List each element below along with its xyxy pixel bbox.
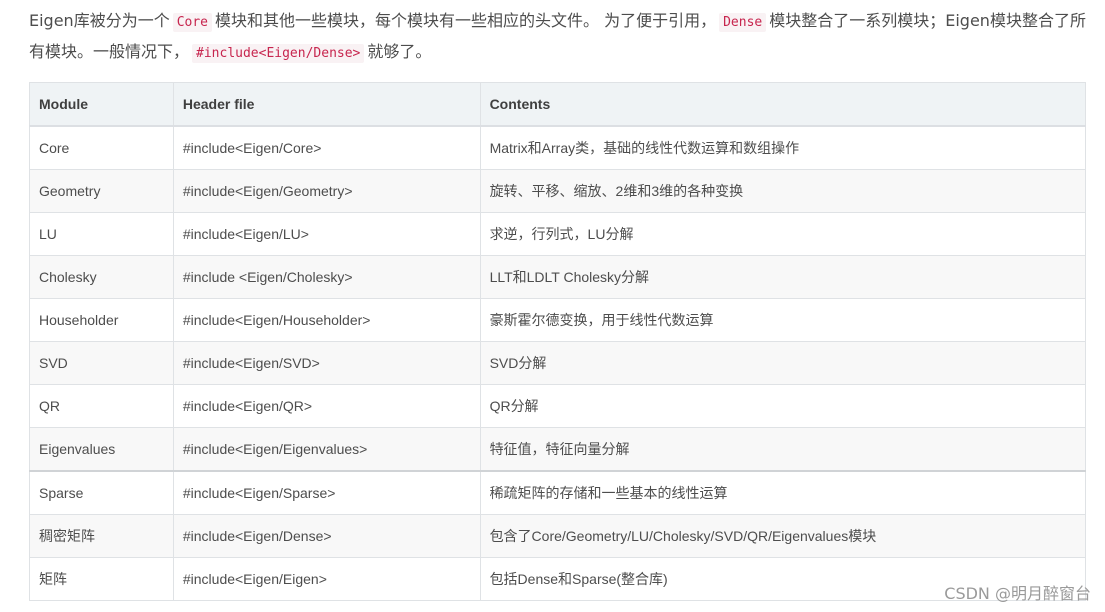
cell-header-file: #include<Eigen/Core> — [172, 125, 481, 170]
cell-contents: 特征值，特征向量分解 — [479, 427, 1087, 472]
header-module: Module — [29, 82, 174, 127]
cell-contents: 豪斯霍尔德变换，用于线性代数运算 — [479, 298, 1087, 342]
inline-code-core: Core — [172, 13, 213, 32]
intro-paragraph: Eigen库被分为一个 Core 模块和其他一些模块，每个模块有一些相应的头文件。 … — [29, 6, 1089, 68]
cell-module: 矩阵 — [29, 557, 174, 601]
cell-contents: SVD分解 — [479, 341, 1087, 385]
cell-contents: 旋转、平移、缩放、2维和3维的各种变换 — [479, 169, 1087, 213]
cell-header-file: #include <Eigen/Cholesky> — [172, 255, 481, 299]
table-row: Core #include<Eigen/Core> Matrix和Array类，… — [29, 125, 1087, 170]
inline-code-dense: Dense — [719, 13, 767, 32]
cell-module: Cholesky — [29, 255, 174, 299]
cell-module: Eigenvalues — [29, 427, 174, 472]
cell-contents: Matrix和Array类，基础的线性代数运算和数组操作 — [479, 125, 1087, 170]
cell-contents: 稀疏矩阵的存储和一些基本的线性运算 — [479, 470, 1087, 515]
cell-header-file: #include<Eigen/Eigenvalues> — [172, 427, 481, 472]
cell-module: SVD — [29, 341, 174, 385]
cell-module: QR — [29, 384, 174, 428]
table-row: Cholesky #include <Eigen/Cholesky> LLT和L… — [29, 255, 1087, 299]
cell-module: LU — [29, 212, 174, 256]
cell-contents: 求逆，行列式，LU分解 — [479, 212, 1087, 256]
table-header-row: Module Header file Contents — [29, 82, 1087, 127]
intro-text-1: Eigen库被分为一个 — [29, 11, 170, 30]
cell-module: Sparse — [29, 470, 174, 515]
table-row: 矩阵 #include<Eigen/Eigen> 包括Dense和Sparse(… — [29, 557, 1087, 601]
header-header-file: Header file — [172, 82, 481, 127]
cell-module: Core — [29, 125, 174, 170]
cell-header-file: #include<Eigen/SVD> — [172, 341, 481, 385]
table-row: Eigenvalues #include<Eigen/Eigenvalues> … — [29, 427, 1087, 472]
cell-contents: LLT和LDLT Cholesky分解 — [479, 255, 1087, 299]
cell-header-file: #include<Eigen/Sparse> — [172, 470, 481, 515]
module-table: Module Header file Contents Core #includ… — [29, 82, 1087, 601]
table-row: Householder #include<Eigen/Householder> … — [29, 298, 1087, 342]
cell-header-file: #include<Eigen/QR> — [172, 384, 481, 428]
cell-contents: QR分解 — [479, 384, 1087, 428]
table-row: Geometry #include<Eigen/Geometry> 旋转、平移、… — [29, 169, 1087, 213]
cell-header-file: #include<Eigen/Eigen> — [172, 557, 481, 601]
cell-module: 稠密矩阵 — [29, 514, 174, 558]
table-row: Sparse #include<Eigen/Sparse> 稀疏矩阵的存储和一些… — [29, 470, 1087, 515]
inline-code-include-dense: #include<Eigen/Dense> — [192, 44, 365, 63]
cell-header-file: #include<Eigen/Geometry> — [172, 169, 481, 213]
cell-module: Householder — [29, 298, 174, 342]
csdn-watermark: CSDN @明月醉窗台 — [944, 584, 1091, 603]
table-row: LU #include<Eigen/LU> 求逆，行列式，LU分解 — [29, 212, 1087, 256]
table-row: QR #include<Eigen/QR> QR分解 — [29, 384, 1087, 428]
cell-contents: 包含了Core/Geometry/LU/Cholesky/SVD/QR/Eige… — [479, 514, 1087, 558]
header-contents: Contents — [479, 82, 1087, 127]
intro-text-4: 就够了。 — [367, 42, 432, 61]
cell-header-file: #include<Eigen/LU> — [172, 212, 481, 256]
table-row: 稠密矩阵 #include<Eigen/Dense> 包含了Core/Geome… — [29, 514, 1087, 558]
table-row: SVD #include<Eigen/SVD> SVD分解 — [29, 341, 1087, 385]
cell-header-file: #include<Eigen/Householder> — [172, 298, 481, 342]
intro-text-2: 模块和其他一些模块，每个模块有一些相应的头文件。 为了便于引用， — [215, 11, 717, 30]
cell-header-file: #include<Eigen/Dense> — [172, 514, 481, 558]
cell-module: Geometry — [29, 169, 174, 213]
